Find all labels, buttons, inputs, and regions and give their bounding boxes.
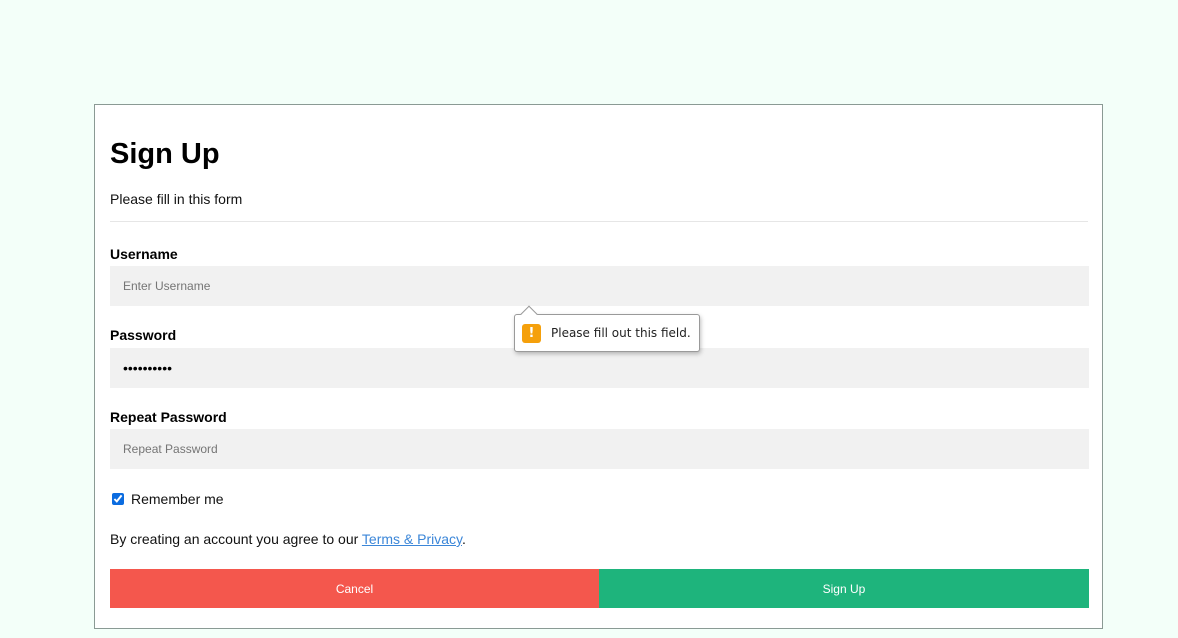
terms-privacy-link[interactable]: Terms & Privacy <box>362 531 462 547</box>
validation-tooltip: ! Please fill out this field. <box>514 314 700 352</box>
terms-suffix: . <box>462 531 466 547</box>
remember-me[interactable]: Remember me <box>112 491 224 507</box>
signup-button[interactable]: Sign Up <box>599 569 1089 608</box>
remember-me-checkbox[interactable] <box>112 493 124 505</box>
warning-icon: ! <box>522 323 541 343</box>
validation-message: Please fill out this field. <box>551 326 691 340</box>
terms-prefix: By creating an account you agree to our <box>110 531 362 547</box>
repeat-password-label: Repeat Password <box>110 409 227 425</box>
terms-text: By creating an account you agree to our … <box>110 531 466 547</box>
page-title: Sign Up <box>110 138 220 170</box>
cancel-button[interactable]: Cancel <box>110 569 599 608</box>
divider <box>110 221 1088 222</box>
username-label: Username <box>110 246 178 262</box>
username-input[interactable] <box>110 266 1089 306</box>
repeat-password-input[interactable] <box>110 429 1089 469</box>
password-label: Password <box>110 327 177 343</box>
form-subtitle: Please fill in this form <box>110 191 243 207</box>
signup-form-card: Sign Up Please fill in this form Usernam… <box>94 104 1103 629</box>
remember-me-label: Remember me <box>131 491 224 507</box>
password-input[interactable] <box>110 348 1089 388</box>
